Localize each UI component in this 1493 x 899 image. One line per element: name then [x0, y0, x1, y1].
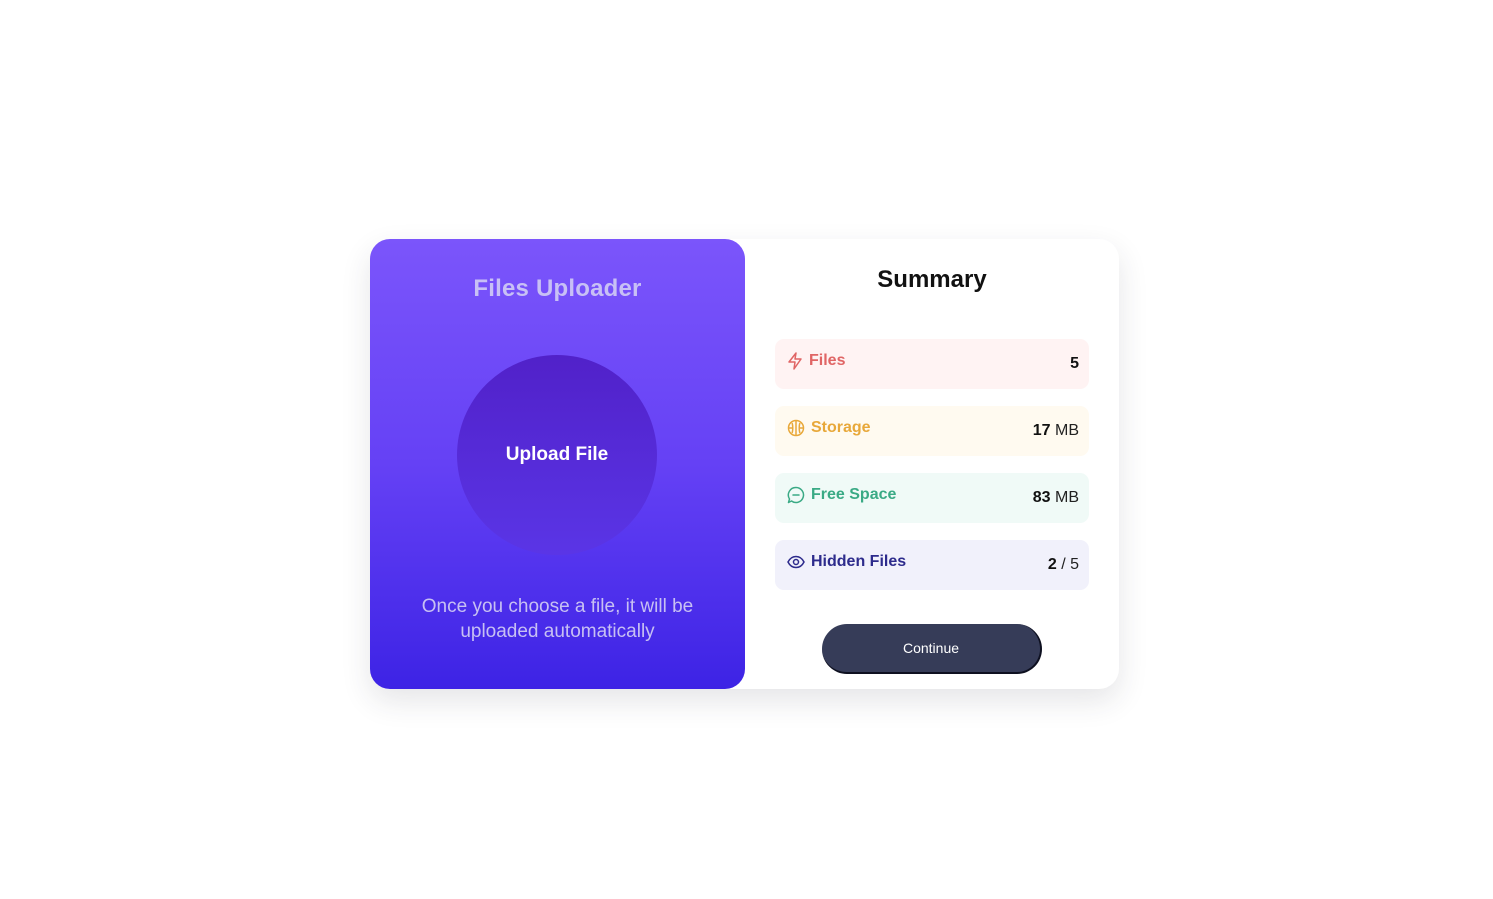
summary-row-free-space: Free Space 83 MB: [775, 473, 1089, 523]
summary-value-files: 5: [1070, 355, 1079, 372]
lightning-icon: [788, 352, 802, 370]
summary-unit-hidden-files: / 5: [1061, 556, 1079, 573]
summary-title: Summary: [877, 266, 987, 293]
uploader-panel: Files Uploader Upload File Once you choo…: [370, 239, 745, 689]
summary-unit-storage: MB: [1055, 422, 1079, 439]
summary-label-free-space: Free Space: [811, 486, 897, 503]
summary-value-storage: 17: [1032, 422, 1051, 439]
summary-panel: Summary Files 5 Storage 17 MB Free Space…: [745, 239, 1119, 689]
continue-button[interactable]: Continue: [822, 624, 1042, 674]
summary-label-storage: Storage: [811, 419, 871, 436]
brain-icon: [787, 419, 805, 437]
summary-value-hidden-files: 2: [1047, 556, 1057, 573]
eye-icon: [787, 555, 805, 569]
summary-label-hidden-files: Hidden Files: [811, 553, 907, 570]
summary-value-free-space: 83: [1032, 489, 1051, 506]
summary-unit-free-space: MB: [1055, 489, 1079, 506]
summary-row-files: Files 5: [775, 339, 1089, 389]
summary-row-storage: Storage 17 MB: [775, 406, 1089, 456]
summary-row-hidden-files: Hidden Files 2 / 5: [775, 540, 1089, 590]
upload-file-label: Upload File: [505, 444, 609, 465]
uploader-title: Files Uploader: [473, 275, 642, 302]
chat-bubble-icon: [787, 486, 805, 504]
summary-label-files: Files: [809, 352, 846, 369]
upload-note: Once you choose a file, it will be uploa…: [421, 596, 694, 642]
uploader-card: Files Uploader Upload File Once you choo…: [370, 239, 1119, 689]
upload-file-button[interactable]: Upload File: [457, 355, 657, 555]
